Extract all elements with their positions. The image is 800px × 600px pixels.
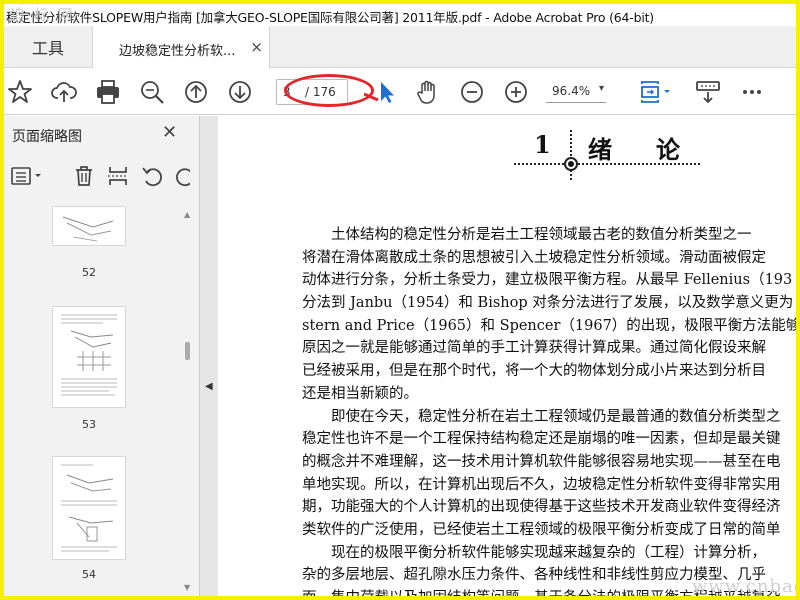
cloud-upload-icon[interactable] xyxy=(50,78,78,106)
thumbnail-panel: 页面缩略图 ✕ 52 53 54 ▲ ▼ xyxy=(4,116,200,596)
text-line: 分法到 Janbu（1954）和 Bishop 对条分法进行了发展，以及数学意义… xyxy=(302,295,794,312)
more-icon[interactable] xyxy=(738,78,766,106)
acrobat-window: 稳定性分析软件SLOPEW用户指南 [加拿大GEO-SLOPE国际有限公司著] … xyxy=(4,4,796,596)
heading-divider-vertical xyxy=(570,130,572,180)
title-bar: 稳定性分析软件SLOPEW用户指南 [加拿大GEO-SLOPE国际有限公司著] … xyxy=(4,4,796,25)
text-line: 的概念并不难理解，这一技术用计算机软件能够很容易地实现——甚至在电 xyxy=(302,453,781,470)
hand-tool-icon[interactable] xyxy=(414,78,442,106)
thumbnail-scrollbar[interactable]: ▲ ▼ xyxy=(182,206,194,596)
text-line: stern and Price（1965）和 Spencer（1967）的出现，… xyxy=(302,317,796,334)
page-thumbnail-label: 54 xyxy=(82,568,96,581)
rotate-right-icon[interactable] xyxy=(174,164,190,188)
close-panel-icon[interactable]: ✕ xyxy=(162,122,177,143)
print-icon[interactable] xyxy=(94,78,122,106)
page-fit-icon[interactable] xyxy=(638,78,674,106)
tab-document-label: 边坡稳定性分析软... xyxy=(119,44,236,59)
page-thumbnail-label: 53 xyxy=(82,418,96,431)
tab-bar: 工具 边坡稳定性分析软... × xyxy=(4,26,796,69)
collapse-panel-icon[interactable]: ◀ xyxy=(205,381,213,392)
heading-ornament xyxy=(564,157,578,171)
text-line: 单地实现。所以，在计算机出现后不久，边坡稳定性分析软件变得非常实用 xyxy=(302,476,781,493)
heading-divider-horizontal xyxy=(514,163,700,165)
annotation-arrow-icon xyxy=(364,92,379,102)
text-line: 动体进行分条，分析土条受力，建立极限平衡方程。从最早 Fellenius（193 xyxy=(302,272,793,289)
chevron-down-icon: ▾ xyxy=(598,83,604,94)
chapter-number: 1 xyxy=(534,130,551,159)
panel-toolbar xyxy=(4,160,200,194)
body-text: 土体结构的稳定性分析是岩土工程领域最古老的数值分析类型之一 将潜在滑体离散成土条… xyxy=(302,223,796,596)
zoom-in-icon[interactable] xyxy=(502,78,530,106)
document-page: 1 绪论 土体结构的稳定性分析是岩土工程领域最古老的数值分析类型之一 将潜在滑体… xyxy=(218,116,796,596)
chapter-title: 绪论 xyxy=(588,135,724,164)
page-thumbnail[interactable] xyxy=(52,456,126,560)
rotate-left-icon[interactable] xyxy=(140,164,164,188)
text-line: 类软件的广泛使用，已经使岩土工程领域的极限平衡分析变成了日常的简单 xyxy=(302,521,781,538)
zoom-search-icon[interactable] xyxy=(138,78,166,106)
trash-icon[interactable] xyxy=(72,164,96,188)
scrollbar-thumb[interactable] xyxy=(185,342,190,360)
text-line: 将潜在滑体离散成土条的思想被引入土坡稳定性分析领域。滑动面被假定 xyxy=(302,249,766,266)
text-line: 稳定性也许不是一个工程保持结构稳定还是崩塌的唯一因素，但却是最关键 xyxy=(302,431,781,448)
scroll-up-icon[interactable]: ▲ xyxy=(184,210,190,219)
close-tab-icon[interactable]: × xyxy=(250,38,263,56)
scroll-mode-icon[interactable] xyxy=(694,78,722,106)
thumbnail-options-icon[interactable] xyxy=(10,164,46,188)
text-line: 即使在今天，稳定性分析在岩土工程领域仍是最普通的数值分析类型之 xyxy=(302,408,781,425)
text-line: 原因之一就是能够通过简单的手工计算获得计算成果。通过简化假设来解 xyxy=(302,340,766,357)
text-line: 已经被采用，但是在那个时代，将一个大的物体划分成小片来达到分析目 xyxy=(302,363,766,380)
panel-title: 页面缩略图 xyxy=(12,129,82,145)
watermark-text: 追 标 网 xyxy=(10,6,75,24)
text-line: 期，功能强大的个人计算机的出现使得基于这些技术开发商业软件变得经济 xyxy=(302,499,781,516)
page-down-icon[interactable] xyxy=(226,78,254,106)
text-line: 现在的极限平衡分析软件能够实现越来越复杂的（工程）计算分析， xyxy=(302,544,766,561)
thumbnail-list: 52 53 54 xyxy=(4,206,182,596)
page-thumbnail[interactable] xyxy=(52,206,126,246)
tab-document[interactable]: 边坡稳定性分析软... × xyxy=(92,26,270,69)
tab-tools[interactable]: 工具 xyxy=(4,26,92,68)
zoom-level-select[interactable]: 96.4% ▾ xyxy=(546,81,606,103)
panel-collapse-strip[interactable]: ◀ xyxy=(200,116,218,596)
page-thumbnail[interactable] xyxy=(52,306,126,408)
extract-pages-icon[interactable] xyxy=(106,164,130,188)
zoom-value: 96.4% xyxy=(552,84,591,98)
star-icon[interactable] xyxy=(6,78,34,106)
text-line: 土体结构的稳定性分析是岩土工程领域最古老的数值分析类型之一 xyxy=(302,227,752,243)
page-thumbnail-label: 52 xyxy=(82,266,96,279)
zoom-out-icon[interactable] xyxy=(458,78,486,106)
watermark-text: www.cnbao.com xyxy=(692,576,796,596)
text-line: 还是相当新颖的。 xyxy=(302,385,418,402)
annotation-ellipse xyxy=(284,74,374,107)
page-up-icon[interactable] xyxy=(182,78,210,106)
main-toolbar: 3 / 176 96.4% ▾ xyxy=(4,68,796,115)
window-title: 稳定性分析软件SLOPEW用户指南 [加拿大GEO-SLOPE国际有限公司著] … xyxy=(6,10,654,25)
scroll-down-icon[interactable]: ▼ xyxy=(184,583,190,592)
